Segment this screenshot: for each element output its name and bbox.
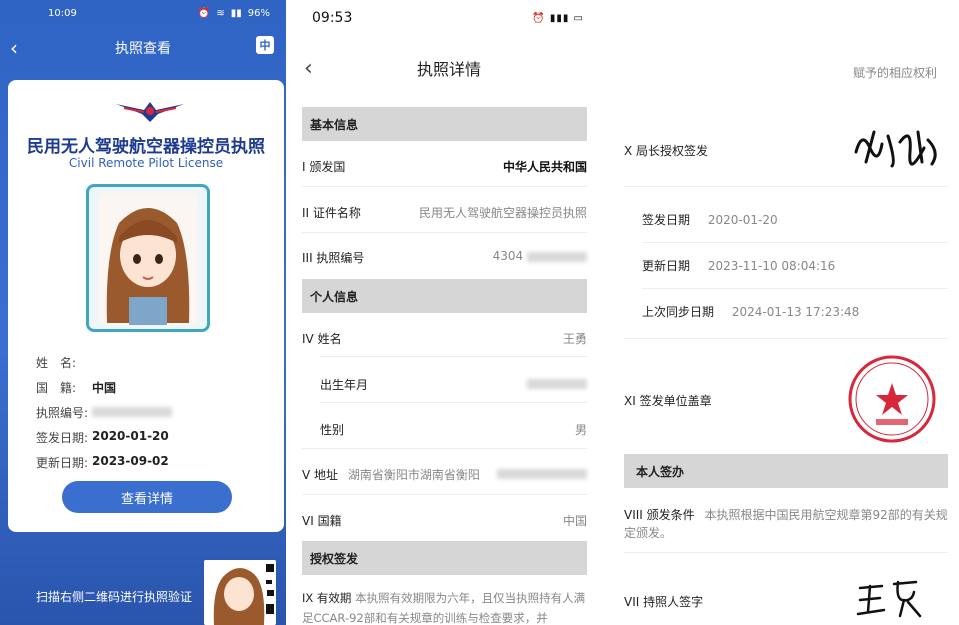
row-nationality: VI 国籍 中国	[302, 514, 587, 528]
field-nationality: 国 籍: 中国	[36, 381, 117, 395]
redacted-value	[527, 251, 587, 262]
divider	[624, 552, 948, 553]
license-details-continued-screen: 赋予的相应权利 X 局长授权签发 签发日期 2020-01-20 更新日期 20…	[612, 0, 959, 625]
divider	[320, 356, 587, 357]
redacted-value	[527, 379, 587, 389]
holder-photo	[99, 193, 197, 325]
status-icons: ⏰ ≋ ▮▮ 96%	[198, 8, 270, 19]
divider	[624, 338, 948, 339]
back-icon[interactable]: ‹	[304, 56, 313, 81]
page-title: 执照详情	[416, 60, 481, 79]
rights-text: 赋予的相应权利	[852, 66, 937, 80]
section-self-sign: 本人签办	[624, 454, 948, 488]
signal-icon: ▮▮	[230, 7, 242, 19]
signal-icon: ▮▮▮	[549, 12, 570, 24]
caac-wings-icon	[116, 102, 184, 122]
divider	[642, 242, 948, 243]
nav-bar: ‹ 执照查看 中	[0, 26, 286, 70]
alarm-icon: ⏰	[532, 12, 546, 24]
status-time: 09:53	[312, 10, 353, 26]
status-bar: 09:53 ⏰ ▮▮▮ ▭	[290, 0, 608, 36]
divider	[302, 448, 587, 449]
field-name: 姓 名:	[36, 356, 77, 370]
row-birth: 出生年月	[320, 376, 587, 393]
row-gender: 性别 男	[320, 423, 587, 437]
status-bar: 10:09 ⏰ ≋ ▮▮ 96%	[0, 0, 286, 26]
back-icon[interactable]: ‹	[10, 36, 18, 60]
row-address: V 地址 湖南省衡阳市湖南省衡阳	[302, 466, 587, 483]
field-update-date: 更新日期: 2023-09-02	[36, 454, 169, 470]
redacted-value	[92, 407, 172, 417]
nav-bar: ‹ 执照详情	[290, 36, 608, 100]
status-time: 10:09	[48, 7, 77, 19]
license-card: 民用无人驾驶航空器操控员执照 Civil Remote Pilot Licens…	[8, 80, 284, 532]
section-authorization: 授权签发	[302, 541, 587, 575]
director-signature-icon	[854, 130, 937, 168]
wifi-icon: ≋	[216, 7, 225, 19]
holder-photo-frame	[86, 184, 210, 332]
qr-code	[204, 560, 276, 625]
field-issue-date: 签发日期: 2020-01-20	[36, 429, 169, 445]
official-stamp-icon	[848, 355, 936, 443]
redacted-value	[497, 469, 587, 479]
row-license-number: III 执照编号 4304	[302, 249, 587, 266]
status-icons: ⏰ ▮▮▮ ▭	[532, 13, 584, 24]
holder-signature-icon	[856, 580, 922, 618]
conditions-row: VIII 颁发条件 本执照根据中国民用航空规章第92部的有关规定颁发。	[624, 508, 948, 540]
section-basic-info: 基本信息	[302, 107, 587, 141]
page-title: 执照查看	[115, 41, 171, 57]
divider	[320, 402, 587, 403]
issue-date-row: 签发日期 2020-01-20	[642, 213, 778, 227]
row-validity: IX 有效期 本执照有效期限为六年，且仅当执照持有人满足CCAR-92部和有关规…	[302, 591, 586, 625]
row-name: IV 姓名 王勇	[302, 332, 587, 346]
battery-level: 96%	[247, 7, 270, 19]
license-details-screen: 09:53 ⏰ ▮▮▮ ▭ ‹ 执照详情 基本信息 I 颁发国 中华人民共和国 …	[290, 0, 608, 625]
field-license-number: 执照编号:	[36, 404, 172, 421]
stamp-label: XI 签发单位盖章	[624, 394, 712, 408]
license-title: 民用无人驾驶航空器操控员执照	[27, 137, 265, 157]
divider	[302, 232, 587, 233]
license-subtitle: Civil Remote Pilot License	[68, 156, 224, 170]
section-personal-info: 个人信息	[302, 279, 587, 313]
holder-sign-label: VII 持照人签字	[624, 595, 704, 609]
qr-verify-hint: 扫描右侧二维码进行执照验证	[36, 590, 193, 604]
battery-icon: ▭	[573, 12, 584, 24]
divider	[624, 186, 948, 187]
divider	[302, 186, 587, 187]
divider	[302, 494, 587, 495]
row-issuing-country: I 颁发国 中华人民共和国	[302, 160, 587, 174]
alarm-icon: ⏰	[197, 7, 211, 19]
row-license-name: II 证件名称 民用无人驾驶航空器操控员执照	[302, 206, 587, 220]
language-toggle-icon[interactable]: 中	[256, 36, 274, 54]
director-sign-label: X 局长授权签发	[624, 144, 709, 158]
license-view-screen: 10:09 ⏰ ≋ ▮▮ 96% ‹ 执照查看 中 民用无人驾驶航空器操控员执照…	[0, 0, 286, 625]
sync-date-row: 上次同步日期 2024-01-13 17:23:48	[642, 305, 860, 319]
update-date-row: 更新日期 2023-11-10 08:04:16	[642, 259, 836, 273]
divider	[642, 288, 948, 289]
view-details-button[interactable]: 查看详情	[62, 481, 232, 513]
